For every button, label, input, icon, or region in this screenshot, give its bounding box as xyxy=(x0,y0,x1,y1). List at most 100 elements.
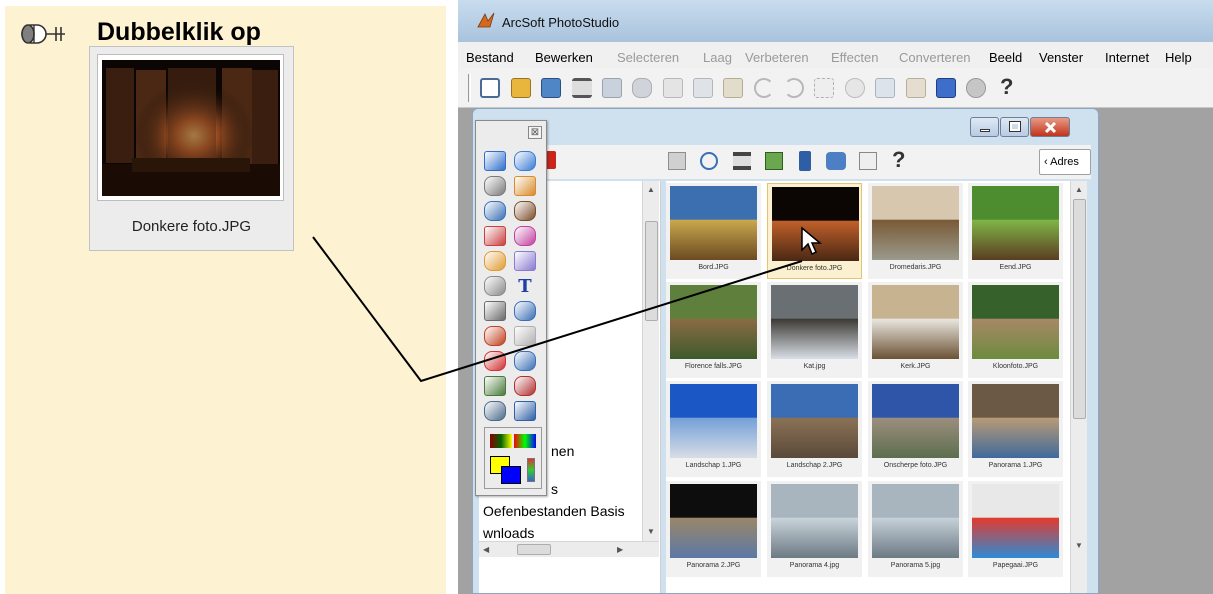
eraser-icon[interactable] xyxy=(514,226,536,246)
thumbnail-item[interactable]: Florence falls.JPG xyxy=(666,282,761,378)
swap-colors-icon[interactable] xyxy=(527,458,535,482)
copy-icon[interactable] xyxy=(693,78,713,98)
address-arrow-icon[interactable]: ‹ xyxy=(1044,156,1048,168)
crop-icon[interactable] xyxy=(663,78,683,98)
adjust-icon[interactable] xyxy=(875,78,895,98)
slideshow-icon[interactable] xyxy=(966,78,986,98)
thumbnail-item[interactable]: Onscherpe foto.JPG xyxy=(868,381,963,477)
menu-converteren[interactable]: Converteren xyxy=(899,50,971,65)
move-icon[interactable] xyxy=(514,151,536,171)
thumbnail-item[interactable]: Landschap 2.JPG xyxy=(767,381,862,477)
thumbnail-item[interactable]: Bord.JPG xyxy=(666,183,761,279)
menu-bewerken[interactable]: Bewerken xyxy=(535,50,593,65)
thumbnail-item[interactable]: Panorama 4.jpg xyxy=(767,481,862,577)
menu-laag[interactable]: Laag xyxy=(703,50,732,65)
menu-help[interactable]: Help xyxy=(1165,50,1192,65)
help-icon[interactable]: ? xyxy=(892,147,905,173)
color-picker-swatch[interactable] xyxy=(490,434,512,448)
print-icon[interactable] xyxy=(572,78,592,98)
scroll-down-icon[interactable]: ▼ xyxy=(647,527,655,536)
palette-close-button[interactable]: ⊠ xyxy=(528,126,542,139)
menu-verbeteren[interactable]: Verbeteren xyxy=(745,50,809,65)
menu-bestand[interactable]: Bestand xyxy=(466,50,514,65)
acquire-icon[interactable] xyxy=(541,78,561,98)
trash-icon[interactable] xyxy=(514,401,536,421)
menu-selecteren[interactable]: Selecteren xyxy=(617,50,679,65)
folder-item[interactable]: wnloads xyxy=(483,525,534,541)
retouch-icon[interactable] xyxy=(514,326,536,346)
thumbnail-item[interactable]: Eend.JPG xyxy=(968,183,1063,279)
zoom-icon[interactable] xyxy=(700,152,718,170)
scroll-down-icon[interactable]: ▼ xyxy=(1075,541,1083,550)
text-tool-icon[interactable]: T xyxy=(514,276,536,297)
menu-beeld[interactable]: Beeld xyxy=(989,50,1022,65)
stamp-icon[interactable] xyxy=(484,326,506,346)
shape-icon[interactable] xyxy=(514,301,536,321)
menu-effecten[interactable]: Effecten xyxy=(831,50,878,65)
scroll-up-icon[interactable]: ▲ xyxy=(647,185,655,194)
red-eye-icon[interactable] xyxy=(514,201,536,221)
resize-icon[interactable] xyxy=(906,78,926,98)
print-preview-icon[interactable] xyxy=(632,78,652,98)
rename-icon[interactable] xyxy=(765,152,783,170)
menu-venster[interactable]: Venster xyxy=(1039,50,1083,65)
line-icon[interactable] xyxy=(484,351,506,371)
open-icon[interactable] xyxy=(511,78,531,98)
close-button[interactable] xyxy=(1030,117,1070,137)
redo-icon[interactable] xyxy=(784,78,804,98)
thumbnail-item[interactable]: Papegaai.JPG xyxy=(968,481,1063,577)
thumbnail-item[interactable]: Kerk.JPG xyxy=(868,282,963,378)
frame-icon[interactable] xyxy=(484,401,506,421)
magic-wand-icon[interactable] xyxy=(814,78,834,98)
minimize-button[interactable] xyxy=(970,117,999,137)
file-tile-donkere-foto[interactable]: Donkere foto.JPG xyxy=(89,46,294,251)
clone-icon[interactable] xyxy=(514,251,536,271)
new-icon[interactable] xyxy=(480,78,500,98)
transform-icon[interactable] xyxy=(484,376,506,396)
scroll-thumb[interactable] xyxy=(1073,199,1086,419)
delete-icon[interactable] xyxy=(799,151,811,171)
album-icon[interactable] xyxy=(936,78,956,98)
folder-item[interactable]: Oefenbestanden Basis xyxy=(483,503,625,519)
menu-internet[interactable]: Internet xyxy=(1105,50,1149,65)
color-selector[interactable] xyxy=(484,427,542,489)
maximize-button[interactable] xyxy=(1000,117,1029,137)
eyedropper-icon[interactable] xyxy=(514,376,536,396)
scroll-left-icon[interactable]: ◀ xyxy=(483,545,489,554)
pencil-icon[interactable] xyxy=(514,351,536,371)
smudge-icon[interactable] xyxy=(484,251,506,271)
address-bar[interactable]: ‹ Adres xyxy=(1039,149,1091,175)
printer-icon[interactable] xyxy=(826,152,846,170)
effect-icon[interactable] xyxy=(845,78,865,98)
scroll-thumb[interactable] xyxy=(645,221,658,321)
thumbnail-item[interactable]: Landschap 1.JPG xyxy=(666,381,761,477)
folder-item[interactable]: s xyxy=(551,481,558,497)
print-icon[interactable] xyxy=(733,152,751,170)
lasso-icon[interactable] xyxy=(484,176,506,196)
brush-icon[interactable] xyxy=(484,226,506,246)
rect-select-icon[interactable] xyxy=(484,151,506,171)
folder-hscrollbar[interactable]: ◀ ▶ xyxy=(479,541,659,557)
scroll-right-icon[interactable]: ▶ xyxy=(617,545,623,554)
thumbnail-item[interactable]: Panorama 2.JPG xyxy=(666,481,761,577)
dodge-icon[interactable] xyxy=(484,301,506,321)
thumbs-vscrollbar[interactable]: ▲ ▼ xyxy=(1070,181,1087,593)
thumbnail-item[interactable]: Dromedaris.JPG xyxy=(868,183,963,279)
toolbar-grip[interactable] xyxy=(468,74,471,102)
thumbnail-item[interactable]: Kat.jpg xyxy=(767,282,862,378)
folder-vscrollbar[interactable]: ▲ ▼ xyxy=(642,181,659,541)
thumbnail-item[interactable]: Panorama 5.jpg xyxy=(868,481,963,577)
undo-icon[interactable] xyxy=(754,78,774,98)
send-icon[interactable] xyxy=(859,152,877,170)
scroll-up-icon[interactable]: ▲ xyxy=(1075,185,1083,194)
import-icon[interactable] xyxy=(668,152,686,170)
fill-icon[interactable] xyxy=(484,276,506,296)
background-color[interactable] xyxy=(501,466,521,484)
h-scroll-thumb[interactable] xyxy=(517,544,551,555)
help-icon[interactable]: ? xyxy=(1000,74,1013,100)
folder-item[interactable]: nen xyxy=(551,443,574,459)
paste-icon[interactable] xyxy=(723,78,743,98)
pen-icon[interactable] xyxy=(514,176,536,196)
color-spectrum-swatch[interactable] xyxy=(514,434,536,448)
zoom-tool-icon[interactable] xyxy=(484,201,506,221)
